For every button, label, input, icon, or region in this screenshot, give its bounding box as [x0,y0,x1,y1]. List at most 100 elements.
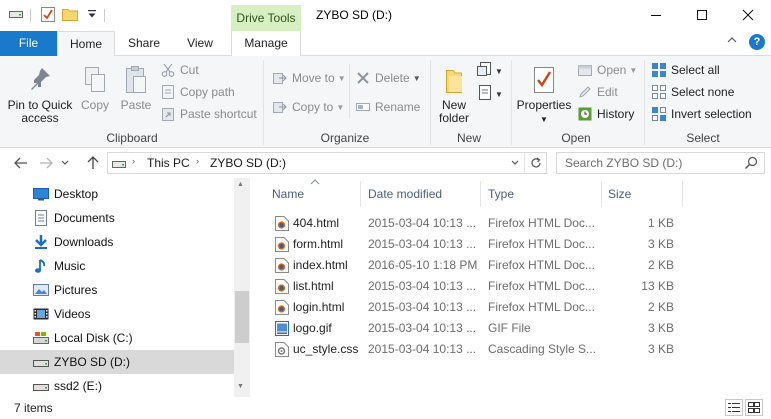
new-folder-button[interactable]: New folder [434,64,474,125]
dropdown-arrow-icon: ▼ [412,73,421,83]
maximize-button[interactable] [679,0,725,30]
new-folder-label: New folder [438,98,470,125]
drive-icon [112,158,126,172]
file-row[interactable]: logo.gif 2015-03-04 10:13 ... GIF File 3 KB [267,318,682,339]
drive-icon[interactable] [8,6,24,22]
file-row[interactable]: form.html 2015-03-04 10:13 ... Firefox HTM… [267,234,682,255]
address-bar[interactable]: › This PC › ZYBO SD (D:) [107,152,547,174]
nav-item-zybo-sd[interactable]: ZYBO SD (D:) [0,350,234,374]
column-divider[interactable] [601,181,602,207]
group-separator [644,60,645,145]
scroll-up-icon[interactable]: ▲ [237,181,244,188]
group-separator [511,60,512,145]
copy-button[interactable]: Copy [77,64,113,112]
file-row[interactable]: login.html 2015-03-04 10:13 ... Firefox HT… [267,297,682,318]
file-date-modified: 2016-05-10 1:18 PM [368,258,478,272]
tab-view[interactable]: View [174,31,226,56]
cut-button[interactable]: Cut [160,60,199,80]
nav-item-local-disk[interactable]: Local Disk (C:) [0,326,234,350]
close-button[interactable] [725,0,771,30]
customize-dropdown-icon[interactable] [84,6,100,22]
select-all-button[interactable]: Select all [651,60,720,80]
column-header-name[interactable]: Name [272,178,360,210]
invert-selection-button[interactable]: Invert selection [651,104,752,124]
file-date-modified: 2015-03-04 10:13 ... [368,216,477,230]
nav-item-videos[interactable]: Videos [0,302,234,326]
file-row[interactable]: uc_style.css 2015-03-04 10:13 ... Cascadin… [267,339,682,360]
up-button[interactable] [84,154,102,172]
nav-item-music[interactable]: Music [0,254,234,278]
move-to-label: Move to [292,71,335,85]
column-header-type[interactable]: Type [488,178,600,210]
tab-file[interactable]: File [0,31,57,56]
history-label: History [597,107,635,121]
new-item-button[interactable]: ▼ [477,60,505,82]
column-header-date[interactable]: Date modified [368,178,480,210]
tab-share[interactable]: Share [118,31,170,56]
delete-button[interactable]: Delete ▼ [355,68,421,88]
forward-arrow-icon [40,157,53,169]
tab-manage[interactable]: Manage [231,31,301,56]
recent-locations-button[interactable] [59,154,71,172]
file-row[interactable]: 404.html 2015-03-04 10:13 ... Firefox HTML… [267,213,682,234]
move-to-icon [272,70,288,86]
search-placeholder: Search ZYBO SD (D:) [565,156,683,170]
column-divider[interactable] [480,181,481,207]
column-divider[interactable] [360,181,361,207]
details-view-button[interactable] [725,399,743,416]
file-row[interactable]: index.html 2016-05-10 1:18 PM Firefox HTML… [267,255,682,276]
nav-item-documents[interactable]: Documents [0,206,234,230]
nav-scrollbar-thumb[interactable] [235,291,249,343]
file-size: 3 KB [647,321,674,335]
nav-scrollbar[interactable] [234,178,250,397]
group-separator [430,60,431,145]
refresh-icon [531,157,541,168]
scroll-down-icon[interactable]: ▼ [237,383,244,390]
breadcrumb-this-pc[interactable]: This PC [147,156,190,170]
easy-access-button[interactable]: ▼ [477,83,505,105]
column-divider[interactable] [682,181,683,207]
properties-check-icon[interactable] [40,6,56,22]
nav-item-ssd2[interactable]: ssd2 (E:) [0,374,234,398]
edit-button[interactable]: Edit [577,82,618,102]
collapse-ribbon-icon[interactable] [727,35,737,47]
refresh-button[interactable] [528,155,544,171]
back-button[interactable] [12,154,30,172]
help-icon[interactable]: ? [749,34,765,50]
pin-to-quick-access-button[interactable]: Pin to Quick access [4,64,76,125]
large-icons-view-button[interactable] [745,399,763,416]
nav-item-desktop[interactable]: Desktop [0,182,234,206]
file-type: Firefox HTML Doc... [488,216,595,230]
file-type: Firefox HTML Doc... [488,279,595,293]
new-folder-icon[interactable] [62,6,78,22]
rename-label: Rename [375,100,421,114]
nav-item-downloads[interactable]: Downloads [0,230,234,254]
copy-path-button[interactable]: Copy path [160,82,235,102]
minimize-button[interactable] [633,0,679,30]
forward-button[interactable] [37,154,55,172]
column-header-size[interactable]: Size [608,178,682,210]
delete-x-icon [355,70,371,86]
paste-button[interactable]: Paste [117,64,155,112]
easy-access-icon [477,84,493,104]
rename-button[interactable]: Rename [355,97,420,117]
search-box[interactable]: Search ZYBO SD (D:) [556,152,765,174]
file-row[interactable]: list.html 2015-03-04 10:13 ... Firefox HTM… [267,276,682,297]
move-to-button[interactable]: Move to ▼ [272,68,346,88]
drive-icon [33,378,49,394]
nav-item-pictures[interactable]: Pictures [0,278,234,302]
select-none-button[interactable]: Select none [651,82,734,102]
file-size: 2 KB [647,300,674,314]
history-button[interactable]: History [577,104,634,124]
paste-shortcut-button[interactable]: Paste shortcut [160,104,257,124]
copy-to-button[interactable]: Copy to ▼ [272,97,344,117]
paste-label: Paste [120,98,152,112]
open-label: Open [597,63,627,77]
breadcrumb-zybo-sd[interactable]: ZYBO SD (D:) [210,156,286,170]
properties-button[interactable]: Properties ▼ [515,64,573,126]
file-date-modified: 2015-03-04 10:13 ... [368,321,477,335]
tab-home[interactable]: Home [57,31,115,57]
large-icons-view-icon [748,402,760,413]
open-button[interactable]: Open ▼ [577,60,637,80]
address-dropdown-button[interactable] [508,155,522,171]
